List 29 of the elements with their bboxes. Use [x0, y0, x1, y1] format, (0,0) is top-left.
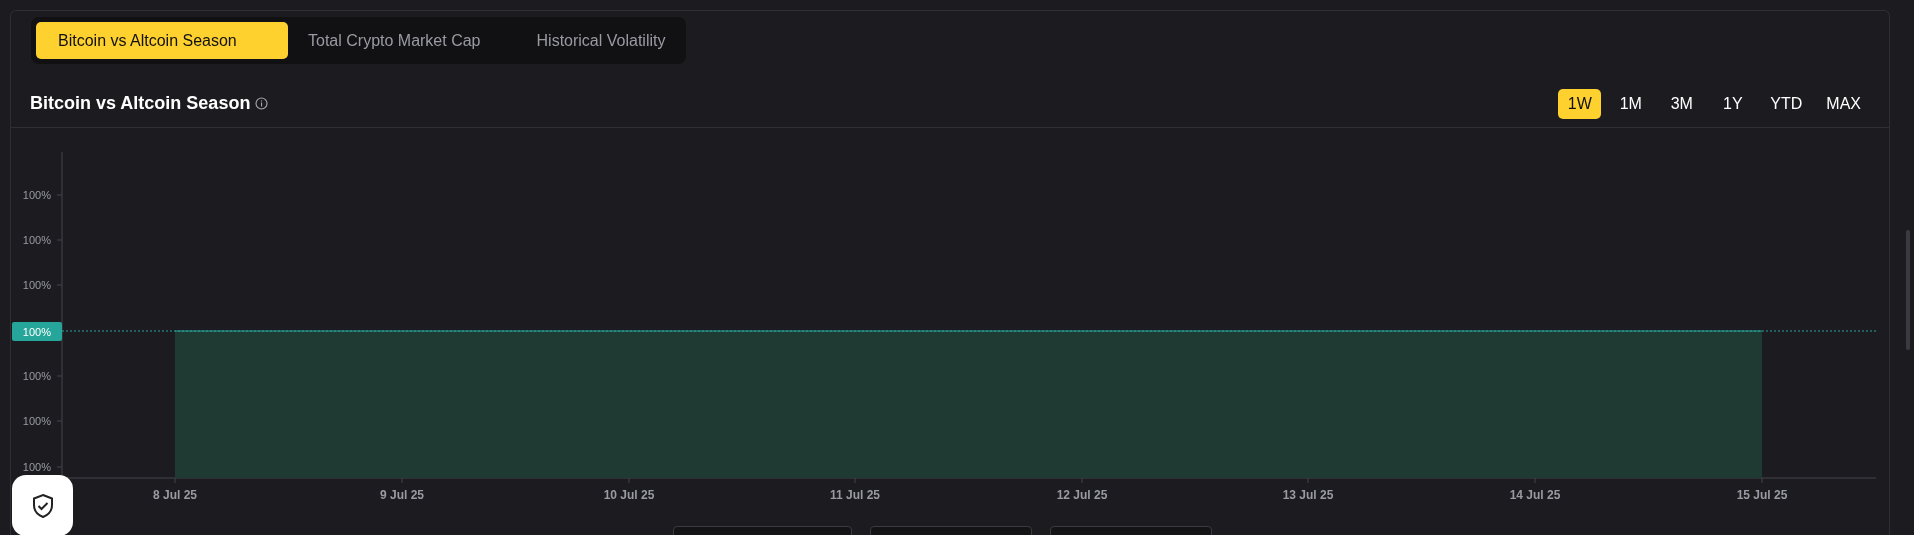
y-axis-label: 100%	[22, 415, 51, 427]
info-icon[interactable]	[255, 97, 269, 110]
x-axis-label: 8 Jul 25	[153, 488, 197, 502]
y-axis-label: 100%	[22, 234, 51, 246]
time-range-button[interactable]: 1M	[1609, 88, 1653, 119]
time-range-button[interactable]: 1Y	[1711, 88, 1755, 119]
y-axis-label: 100%	[22, 279, 51, 291]
x-axis-label: 9 Jul 25	[380, 488, 424, 502]
x-axis-label: 15 Jul 25	[1736, 488, 1788, 502]
current-value-badge: 100%	[12, 322, 62, 341]
y-axis-label: 100%	[22, 189, 51, 201]
x-axis-label: 11 Jul 25	[830, 488, 880, 502]
shield-check-button[interactable]	[12, 475, 73, 535]
x-axis-label: 12 Jul 25	[1056, 488, 1108, 502]
time-range-button[interactable]: 1W	[1558, 88, 1602, 119]
tab[interactable]: Bitcoin vs Altcoin Season	[36, 22, 288, 59]
time-range-button[interactable]: MAX	[1818, 88, 1869, 119]
panel-title: Bitcoin vs Altcoin Season	[30, 93, 251, 114]
scrollbar-thumb[interactable]	[1906, 230, 1910, 350]
y-axis-label: 100%	[22, 461, 51, 473]
time-range-button[interactable]: 3M	[1660, 88, 1704, 119]
x-axis-label: 14 Jul 25	[1509, 488, 1561, 502]
x-axis-label: 13 Jul 25	[1282, 488, 1334, 502]
time-range-button[interactable]: YTD	[1762, 88, 1811, 119]
shield-check-icon	[30, 492, 55, 519]
tab[interactable]: Historical Volatility	[520, 22, 682, 59]
tab[interactable]: Total Crypto Market Cap	[288, 22, 521, 59]
y-axis-label: 100%	[22, 370, 51, 382]
x-axis-label: 10 Jul 25	[603, 488, 655, 502]
